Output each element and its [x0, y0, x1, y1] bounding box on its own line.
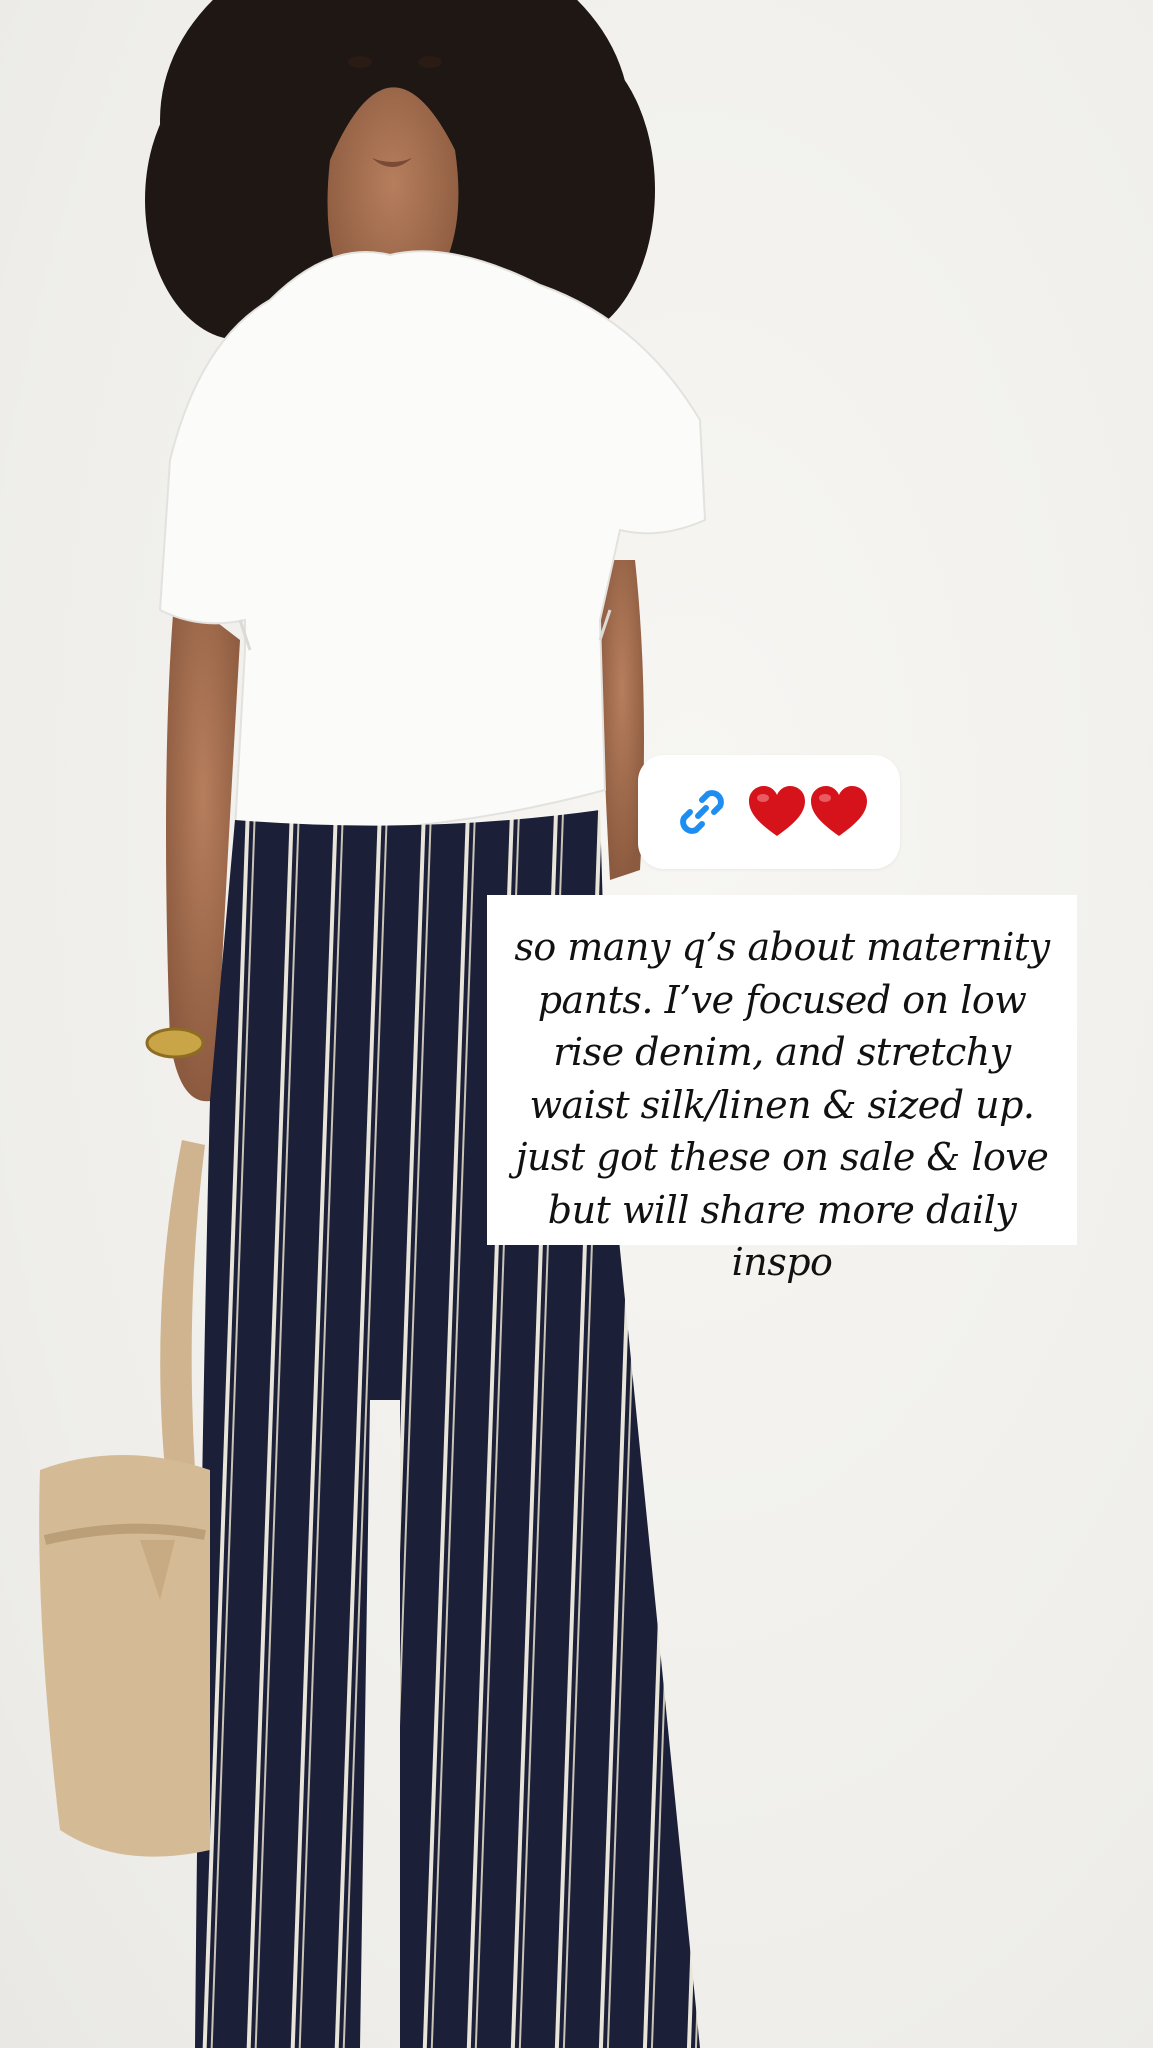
caption-box: so many q’s about maternity pants. I’ve … — [487, 895, 1077, 1284]
heart-icon — [811, 786, 867, 836]
link-icon — [669, 779, 735, 845]
tote-bag — [39, 1140, 210, 1857]
heart-icon — [749, 786, 805, 836]
story-view: so many q’s about maternity pants. I’ve … — [0, 0, 1153, 2048]
heart-emojis — [747, 784, 869, 840]
link-sticker[interactable] — [638, 755, 900, 869]
caption-text: so many q’s about maternity pants. I’ve … — [514, 925, 1050, 1284]
